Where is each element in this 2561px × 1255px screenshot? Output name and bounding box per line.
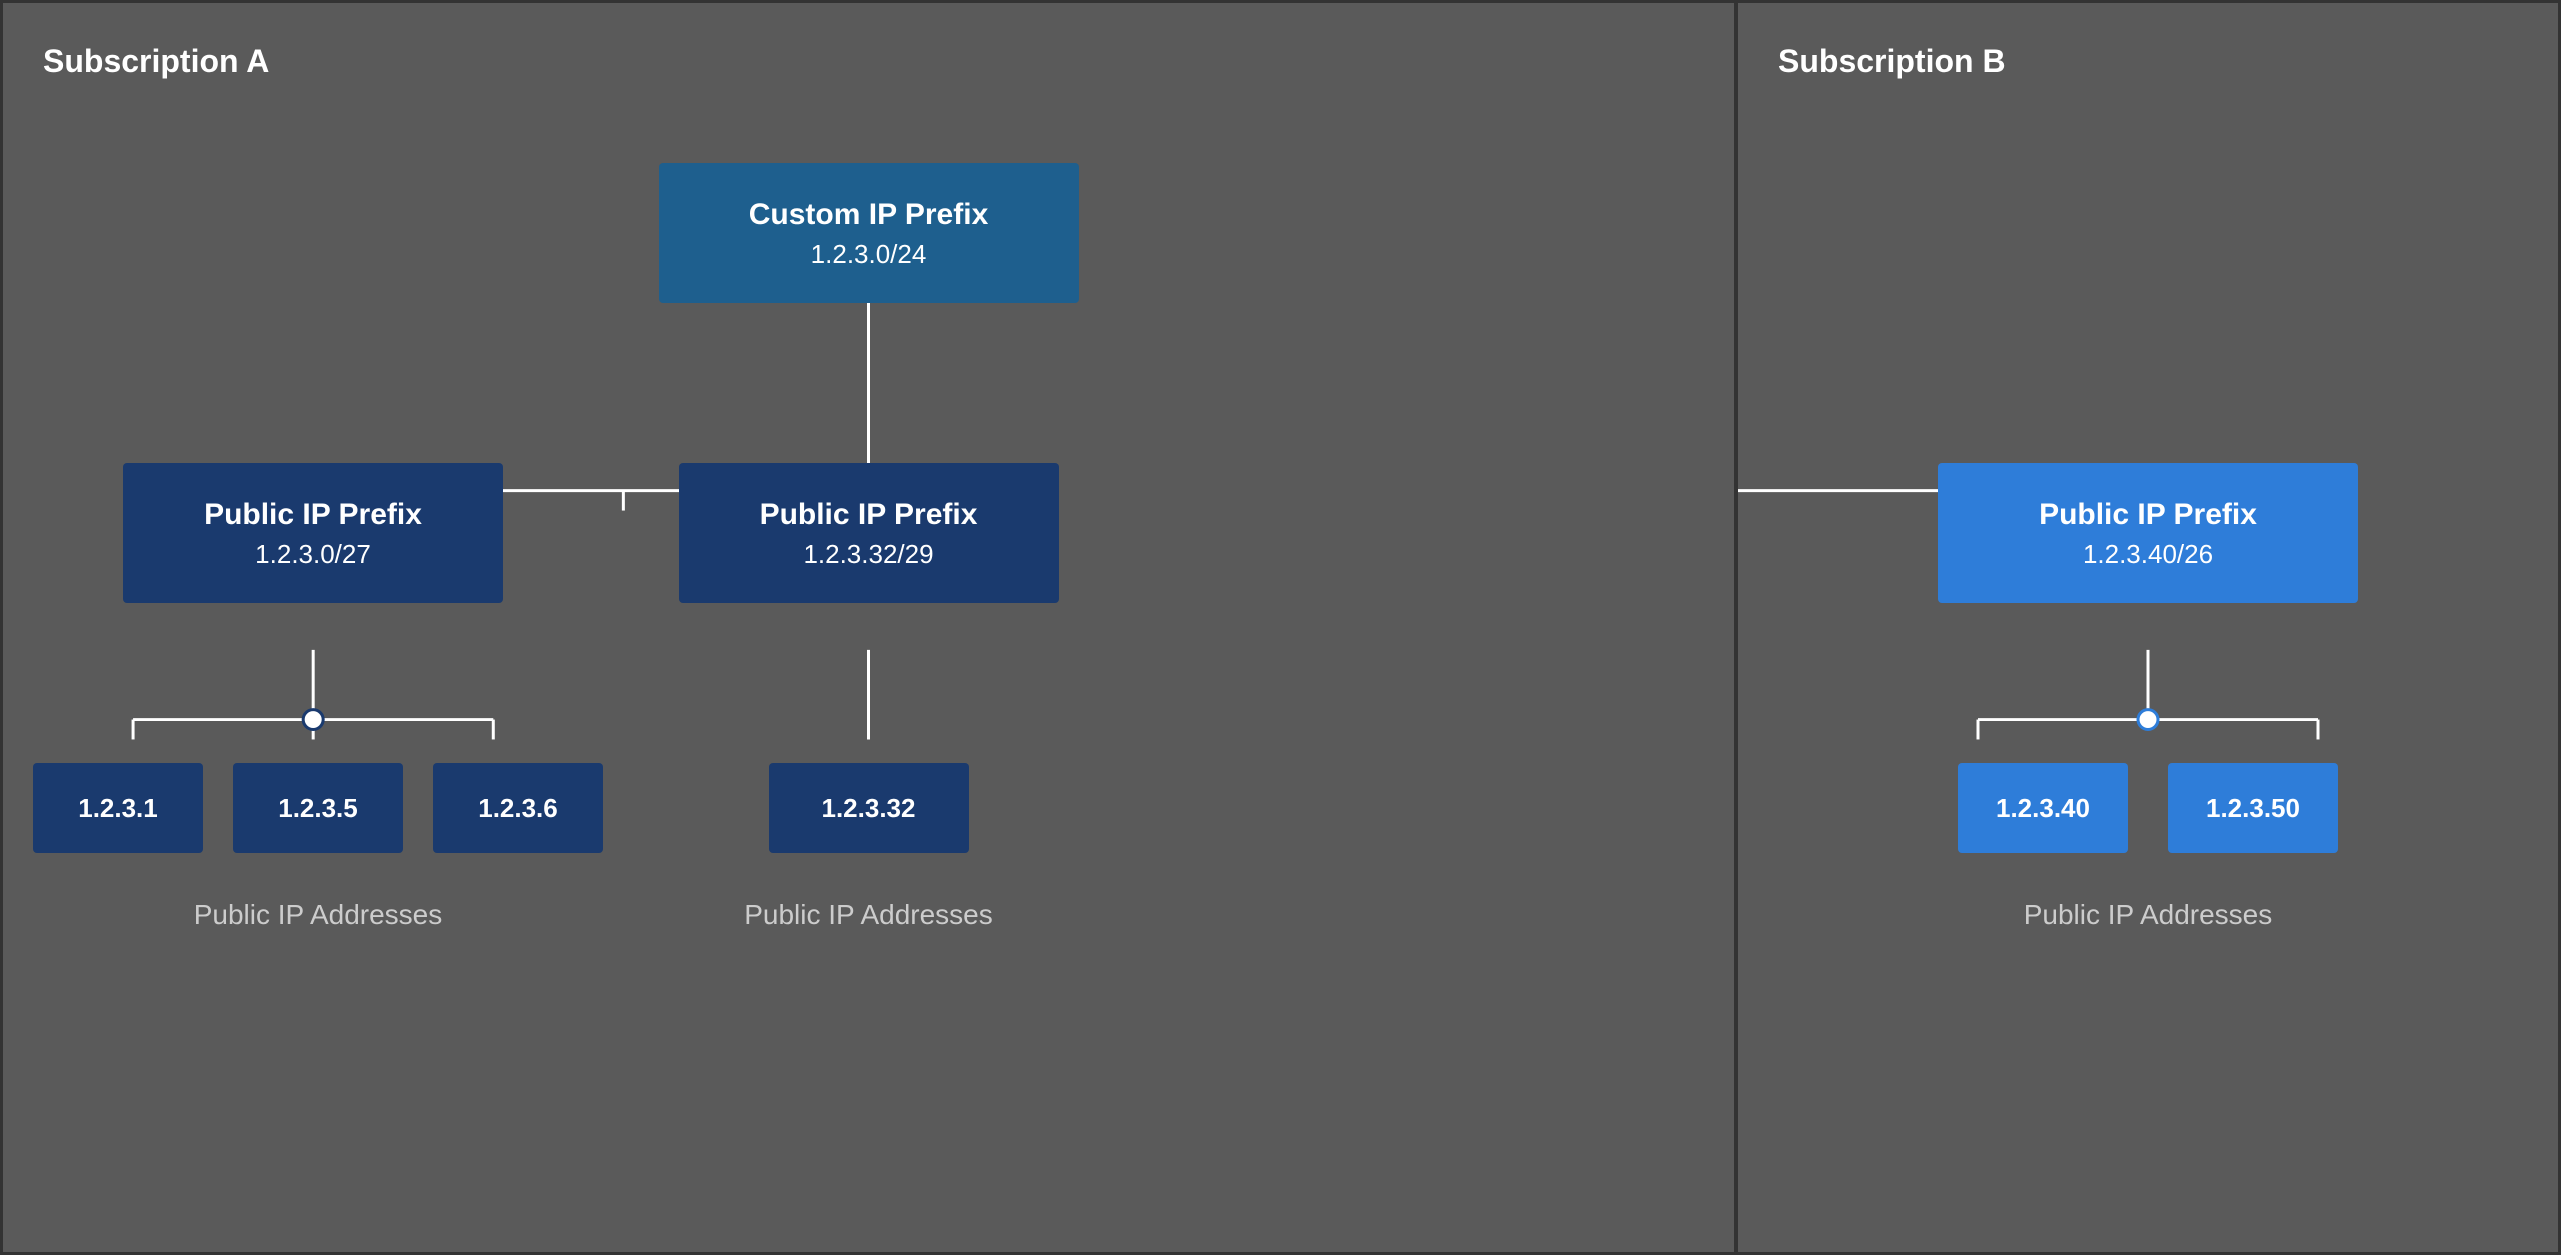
leaf-left-3: 1.2.3.6 [433, 763, 603, 853]
leaf-group-left: 1.2.3.1 1.2.3.5 1.2.3.6 [33, 763, 603, 853]
connectors-b [1738, 3, 2558, 1252]
leaf-center: 1.2.3.32 [769, 763, 969, 853]
prefix-left-title: Public IP Prefix [204, 497, 422, 533]
custom-ip-prefix-subtitle: 1.2.3.0/24 [811, 239, 927, 270]
subscription-a-label: Subscription A [43, 43, 1694, 80]
prefix-b-node: Public IP Prefix 1.2.3.40/26 [1938, 463, 2358, 603]
prefix-left-subtitle: 1.2.3.0/27 [255, 539, 371, 570]
leaf-left-2: 1.2.3.5 [233, 763, 403, 853]
label-center: Public IP Addresses [679, 899, 1059, 931]
subscription-b-label: Subscription B [1778, 43, 2518, 80]
label-left: Public IP Addresses [33, 899, 603, 931]
prefix-b-subtitle: 1.2.3.40/26 [2083, 539, 2213, 570]
prefix-center-subtitle: 1.2.3.32/29 [803, 539, 933, 570]
label-b: Public IP Addresses [1938, 899, 2358, 931]
subscription-b-panel: Subscription B Public IP Prefix 1.2.3.40… [1738, 3, 2558, 1252]
custom-ip-prefix-node: Custom IP Prefix 1.2.3.0/24 [659, 163, 1079, 303]
leaf-center-group: 1.2.3.32 [769, 763, 969, 853]
leaf-b-1: 1.2.3.40 [1958, 763, 2128, 853]
leaf-group-b: 1.2.3.40 1.2.3.50 [1958, 763, 2338, 853]
leaf-left-1: 1.2.3.1 [33, 763, 203, 853]
subscription-a-panel: Subscription A Cust [3, 3, 1738, 1252]
main-container: Subscription A Cust [0, 0, 2561, 1255]
custom-ip-prefix-title: Custom IP Prefix [749, 197, 989, 233]
prefix-center-node: Public IP Prefix 1.2.3.32/29 [679, 463, 1059, 603]
prefix-left-node: Public IP Prefix 1.2.3.0/27 [123, 463, 503, 603]
prefix-center-title: Public IP Prefix [760, 497, 978, 533]
prefix-b-title: Public IP Prefix [2039, 497, 2257, 533]
leaf-b-2: 1.2.3.50 [2168, 763, 2338, 853]
